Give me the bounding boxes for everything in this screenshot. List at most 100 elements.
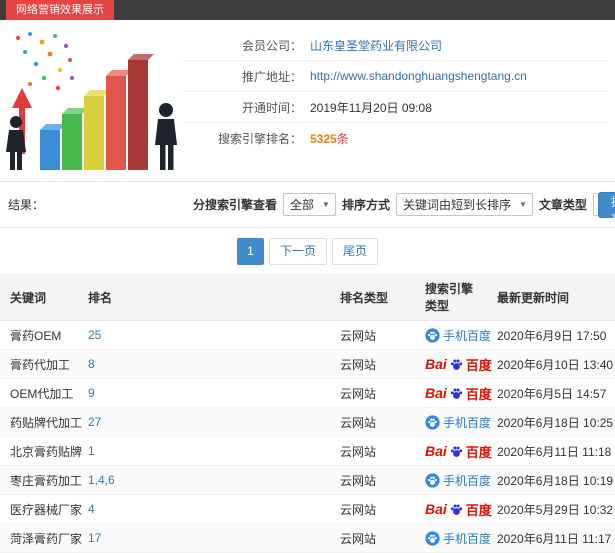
- update-time-text: 2020年6月18日 10:25: [497, 415, 614, 430]
- rank-type-text: 云网站: [340, 386, 377, 401]
- pagination: 1 下一页 尾页: [0, 228, 615, 274]
- mobile-baidu-icon: [425, 472, 440, 488]
- baidu-paw-icon: [450, 358, 462, 370]
- info-rows: 会员公司： 山东皇圣堂药业有限公司 推广地址： http://www.shand…: [182, 26, 615, 181]
- open-time-label: 开通时间：: [241, 100, 302, 115]
- table-body: 膏药OEM 25 云网站 Bai 百度: [0, 320, 615, 553]
- promo-url-link[interactable]: http://www.shandonghuangshengtang.cn: [310, 69, 527, 83]
- bar-chart-growth-illustration: [6, 32, 177, 170]
- sort-filter-value: 关键词由短到长排序: [402, 198, 511, 212]
- update-time-text: 2020年6月10日 13:40: [497, 357, 614, 372]
- info-row-open-time: 开通时间： 2019年11月20日 09:08: [182, 92, 607, 123]
- col-header-rank: 排名: [78, 274, 330, 321]
- engine-filter-label: 分搜索引擎查看: [193, 198, 278, 212]
- submit-button[interactable]: 提交: [598, 192, 615, 226]
- baidu-logo: Bai 百度: [425, 443, 492, 460]
- keyword-text: 膏药代加工: [10, 357, 71, 372]
- engine-rank-unit: 条: [336, 132, 349, 146]
- baidu-paw-icon: [450, 445, 462, 457]
- mobile-baidu-logo: 手机百度: [425, 472, 491, 489]
- baidu-logo: Bai 百度: [425, 385, 492, 402]
- company-link[interactable]: 山东皇圣堂药业有限公司: [310, 39, 442, 53]
- col-header-engine-type: 搜索引擎类型: [415, 274, 487, 321]
- keyword-text: 医疗器械厂家: [10, 502, 83, 517]
- top-bar: 网络营销效果展示: [0, 0, 615, 20]
- table-row: 药贴牌代加工 27 云网站 Bai 百度: [0, 407, 615, 437]
- company-label: 会员公司：: [241, 38, 302, 53]
- result-label: 结果：: [8, 198, 45, 212]
- table-row: 膏药代加工 8 云网站 Bai 百度 2020年6月10日 13:40: [0, 349, 615, 379]
- page-title-tab: 网络营销效果展示: [6, 0, 114, 20]
- baidu-paw-icon: [450, 387, 462, 399]
- baidu-logo: Bai 百度: [425, 501, 492, 518]
- filter-controls: 分搜索引擎查看 全部 ▼ 排序方式 关键词由短到长排序 ▼ 文章类型 全部 ▼: [193, 193, 615, 216]
- engine-rank-label: 搜索引擎排名：: [217, 132, 302, 146]
- pagination-next-button[interactable]: 下一页: [268, 237, 327, 265]
- info-section: 会员公司： 山东皇圣堂药业有限公司 推广地址： http://www.shand…: [0, 20, 615, 182]
- info-row-url: 推广地址： http://www.shandonghuangshengtang.…: [182, 61, 607, 92]
- update-time-text: 2020年6月9日 17:50: [497, 328, 607, 343]
- mobile-baidu-logo: 手机百度: [425, 327, 491, 344]
- keyword-text: 膏药OEM: [10, 328, 62, 343]
- rank-link[interactable]: 4: [88, 502, 95, 516]
- rank-link[interactable]: 1: [88, 444, 95, 458]
- update-time-text: 2020年6月11日 11:17: [497, 531, 612, 546]
- rank-link[interactable]: 27: [88, 415, 101, 429]
- results-table: 关键词 排名 排名类型 搜索引擎类型 最新更新时间 膏药OEM 25 云网站 B…: [0, 274, 615, 553]
- mobile-baidu-logo: 手机百度: [425, 530, 491, 547]
- sort-filter-label: 排序方式: [341, 198, 390, 212]
- table-row: 枣庄膏药加工 1,4,6 云网站 Bai 百度: [0, 465, 615, 495]
- table-row: 膏药OEM 25 云网站 Bai 百度: [0, 320, 615, 350]
- info-row-company: 会员公司： 山东皇圣堂药业有限公司: [182, 30, 607, 61]
- update-time-text: 2020年6月18日 10:19: [497, 473, 614, 488]
- rank-link[interactable]: 9: [88, 386, 95, 400]
- rank-type-text: 云网站: [340, 531, 377, 546]
- baidu-logo: Bai 百度: [425, 356, 492, 373]
- engine-filter-value: 全部: [290, 198, 315, 212]
- filter-bar: 结果： 分搜索引擎查看 全部 ▼ 排序方式 关键词由短到长排序 ▼ 文章类型 全…: [0, 182, 615, 228]
- engine-rank-count: 5325: [310, 132, 337, 146]
- keyword-text: 药贴牌代加工: [10, 415, 83, 430]
- chevron-down-icon: ▼: [518, 199, 527, 209]
- pagination-last-button[interactable]: 尾页: [332, 237, 379, 265]
- rank-type-text: 云网站: [340, 473, 377, 488]
- keyword-text: 枣庄膏药加工: [10, 473, 83, 488]
- update-time-text: 2020年6月5日 14:57: [497, 386, 607, 401]
- mobile-baidu-icon: [425, 530, 440, 546]
- update-time-text: 2020年6月11日 11:18: [497, 444, 612, 459]
- sort-filter-select[interactable]: 关键词由短到长排序 ▼: [395, 193, 533, 216]
- baidu-paw-icon: [450, 503, 462, 515]
- rank-link[interactable]: 1,4,6: [88, 473, 115, 487]
- table-row: 北京膏药贴牌 1 云网站 Bai 百度 2020年6月11日 11:18: [0, 436, 615, 466]
- update-time-text: 2020年5月29日 10:32: [497, 502, 614, 517]
- rank-type-text: 云网站: [340, 502, 377, 517]
- engine-filter-select[interactable]: 全部 ▼: [283, 193, 336, 216]
- table-row: OEM代加工 9 云网站 Bai 百度 2020年6月5日 14:57: [0, 378, 615, 408]
- info-row-engine-rank: 搜索引擎排名： 5325条: [182, 123, 607, 154]
- rank-link[interactable]: 8: [88, 357, 95, 371]
- promo-url-label: 推广地址：: [241, 69, 302, 84]
- rank-link[interactable]: 17: [88, 531, 101, 545]
- mobile-baidu-icon: [425, 414, 440, 430]
- businessman-right: [155, 103, 177, 170]
- page-title: 网络营销效果展示: [16, 4, 104, 16]
- rank-type-text: 云网站: [340, 328, 377, 343]
- table-header-row: 关键词 排名 排名类型 搜索引擎类型 最新更新时间: [0, 274, 615, 321]
- table-row: 菏泽膏药厂家 17 云网站 Bai 百度: [0, 523, 615, 553]
- keyword-text: 菏泽膏药厂家: [10, 531, 83, 546]
- mobile-baidu-icon: [425, 327, 440, 343]
- open-time-value: 2019年11月20日 09:08: [310, 100, 432, 115]
- col-header-keyword: 关键词: [0, 274, 78, 321]
- marketing-chart-illustration: [0, 26, 182, 181]
- rank-type-text: 云网站: [340, 357, 377, 372]
- mobile-baidu-logo: 手机百度: [425, 414, 491, 431]
- col-header-rank-type: 排名类型: [330, 274, 415, 321]
- rank-link[interactable]: 25: [88, 328, 101, 342]
- chevron-down-icon: ▼: [322, 199, 330, 209]
- rank-type-text: 云网站: [340, 415, 377, 430]
- table-row: 医疗器械厂家 4 云网站 Bai 百度 2020年5月29日 10:32: [0, 494, 615, 524]
- rank-type-text: 云网站: [340, 444, 377, 459]
- pagination-current-page[interactable]: 1: [236, 237, 264, 265]
- article-type-label: 文章类型: [538, 198, 587, 212]
- keyword-text: 北京膏药贴牌: [10, 444, 83, 459]
